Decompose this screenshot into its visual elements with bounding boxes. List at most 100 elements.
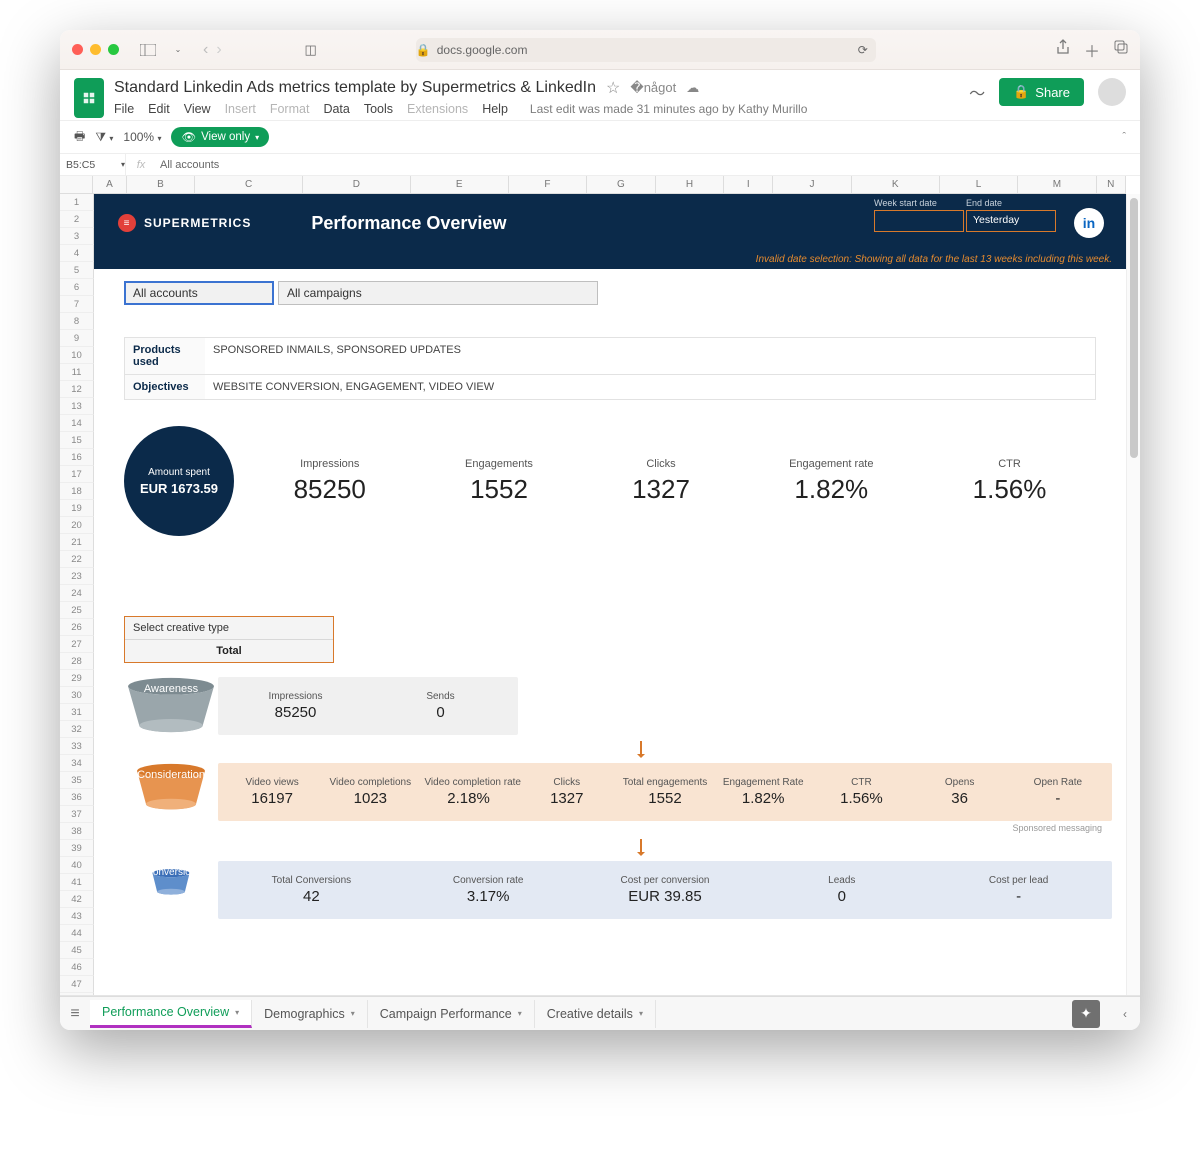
star-icon[interactable]: ☆ <box>606 78 620 98</box>
url-bar[interactable]: 🔒 docs.google.com ⟳ <box>416 38 876 62</box>
row-header[interactable]: 29 <box>60 670 94 687</box>
row-header[interactable]: 33 <box>60 738 94 755</box>
tab-overview-icon[interactable] <box>1114 40 1128 59</box>
row-header[interactable]: 25 <box>60 602 94 619</box>
menu-extensions[interactable]: Extensions <box>407 102 468 116</box>
row-header[interactable]: 7 <box>60 296 94 313</box>
explore-button[interactable]: ✦ <box>1072 1000 1100 1028</box>
vertical-scrollbar[interactable] <box>1126 194 1140 995</box>
refresh-icon[interactable]: ⟳ <box>858 43 876 57</box>
menu-format[interactable]: Format <box>270 102 310 116</box>
all-sheets-button[interactable]: ≡ <box>60 1005 90 1023</box>
new-tab-icon[interactable]: ＋ <box>1084 38 1100 62</box>
name-box[interactable]: B5:C5▾ <box>60 154 126 175</box>
row-header[interactable]: 36 <box>60 789 94 806</box>
column-header[interactable]: I <box>724 176 773 194</box>
tab-group-chevron-icon[interactable]: ⌄ <box>167 41 189 59</box>
row-header[interactable]: 27 <box>60 636 94 653</box>
row-header[interactable]: 39 <box>60 840 94 857</box>
column-header[interactable]: C <box>195 176 303 194</box>
row-header[interactable]: 42 <box>60 891 94 908</box>
filter-icon[interactable]: ⧩ ▾ <box>95 130 113 145</box>
move-icon[interactable]: �något <box>630 80 676 96</box>
row-header[interactable]: 21 <box>60 534 94 551</box>
row-header[interactable]: 5 <box>60 262 94 279</box>
menu-view[interactable]: View <box>184 102 211 116</box>
row-header[interactable]: 11 <box>60 364 94 381</box>
row-header[interactable]: 46 <box>60 959 94 976</box>
menu-help[interactable]: Help <box>482 102 508 116</box>
row-header[interactable]: 24 <box>60 585 94 602</box>
column-header[interactable]: E <box>411 176 509 194</box>
column-header[interactable]: D <box>303 176 411 194</box>
row-header[interactable]: 4 <box>60 245 94 262</box>
row-header[interactable]: 17 <box>60 466 94 483</box>
menu-insert[interactable]: Insert <box>225 102 256 116</box>
row-header[interactable]: 26 <box>60 619 94 636</box>
column-header[interactable]: J <box>773 176 851 194</box>
row-header[interactable]: 20 <box>60 517 94 534</box>
row-header[interactable]: 45 <box>60 942 94 959</box>
row-header[interactable]: 3 <box>60 228 94 245</box>
row-header[interactable]: 18 <box>60 483 94 500</box>
column-header[interactable]: A <box>93 176 126 194</box>
end-date-input[interactable]: Yesterday <box>966 210 1056 232</box>
row-header[interactable]: 16 <box>60 449 94 466</box>
row-header[interactable]: 28 <box>60 653 94 670</box>
view-only-pill[interactable]: 👁 View only ▾ <box>171 127 269 147</box>
tab-performance-overview[interactable]: Performance Overview▾ <box>90 1000 252 1028</box>
row-header[interactable]: 15 <box>60 432 94 449</box>
row-header[interactable]: 10 <box>60 347 94 364</box>
column-header[interactable]: L <box>940 176 1018 194</box>
creative-type-selector[interactable]: Select creative type Total <box>124 616 334 663</box>
column-header[interactable]: B <box>127 176 196 194</box>
row-header[interactable]: 13 <box>60 398 94 415</box>
zoom-select[interactable]: 100% ▾ <box>123 130 161 144</box>
column-header[interactable]: M <box>1018 176 1096 194</box>
select-all-corner[interactable] <box>60 176 93 194</box>
scrollbar-thumb[interactable] <box>1130 198 1138 458</box>
row-header[interactable]: 37 <box>60 806 94 823</box>
row-header[interactable]: 14 <box>60 415 94 432</box>
activity-icon[interactable]: 〜 <box>969 80 985 104</box>
collapse-toolbar-button[interactable]: ˆ <box>1122 131 1126 143</box>
row-header[interactable]: 41 <box>60 874 94 891</box>
cloud-status-icon[interactable]: ☁ <box>686 80 699 96</box>
last-edit-info[interactable]: Last edit was made 31 minutes ago by Kat… <box>530 102 807 116</box>
doc-title[interactable]: Standard Linkedin Ads metrics template b… <box>114 79 596 97</box>
row-header[interactable]: 35 <box>60 772 94 789</box>
column-header[interactable]: H <box>656 176 725 194</box>
row-header[interactable]: 47 <box>60 976 94 993</box>
row-header[interactable]: 2 <box>60 211 94 228</box>
row-header[interactable]: 6 <box>60 279 94 296</box>
row-header[interactable]: 38 <box>60 823 94 840</box>
row-header[interactable]: 8 <box>60 313 94 330</box>
row-header[interactable]: 1 <box>60 194 94 211</box>
menu-tools[interactable]: Tools <box>364 102 393 116</box>
menu-edit[interactable]: Edit <box>148 102 170 116</box>
row-header[interactable]: 30 <box>60 687 94 704</box>
row-header[interactable]: 23 <box>60 568 94 585</box>
row-header[interactable]: 48 <box>60 993 94 996</box>
minimize-window-button[interactable] <box>90 44 101 55</box>
share-button[interactable]: 🔒 Share <box>999 78 1084 106</box>
tab-creative-details[interactable]: Creative details▾ <box>535 1000 656 1028</box>
back-button[interactable]: ‹ <box>203 41 208 59</box>
row-header[interactable]: 44 <box>60 925 94 942</box>
sheets-app-icon[interactable] <box>74 78 104 118</box>
forward-button[interactable]: › <box>216 41 221 59</box>
row-header[interactable]: 22 <box>60 551 94 568</box>
print-icon[interactable]: 🖶 <box>74 127 85 148</box>
menu-file[interactable]: File <box>114 102 134 116</box>
row-header[interactable]: 34 <box>60 755 94 772</box>
share-icon[interactable] <box>1056 39 1070 60</box>
row-header[interactable]: 43 <box>60 908 94 925</box>
column-header[interactable]: F <box>509 176 587 194</box>
sheet-content[interactable]: ≡ SUPERMETRICS Performance Overview Week… <box>94 194 1126 995</box>
maximize-window-button[interactable] <box>108 44 119 55</box>
row-header[interactable]: 31 <box>60 704 94 721</box>
tab-demographics[interactable]: Demographics▾ <box>252 1000 368 1028</box>
close-window-button[interactable] <box>72 44 83 55</box>
row-header[interactable]: 19 <box>60 500 94 517</box>
account-avatar[interactable] <box>1098 78 1126 106</box>
